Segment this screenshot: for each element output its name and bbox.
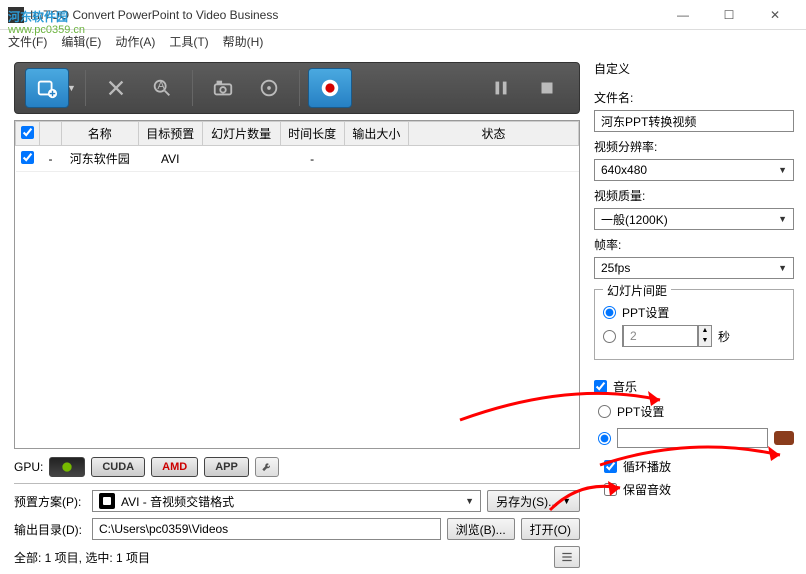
browse-button[interactable]: 浏览(B)...	[447, 518, 515, 540]
add-file-button[interactable]	[25, 68, 69, 108]
fps-select[interactable]: 25fps▼	[594, 257, 794, 279]
interval-seconds-spinner[interactable]: ▲▼	[622, 325, 712, 347]
gpu-label: GPU:	[14, 460, 43, 474]
dropdown-icon: ▼	[465, 496, 474, 506]
profile-value: AVI - 音视频交错格式	[121, 493, 234, 510]
table-row[interactable]: - 河东软件园 AVI -	[16, 146, 579, 172]
custom-panel: 自定义 文件名: 视频分辨率: 640x480▼ 视频质量: 一般(1200K)…	[586, 52, 806, 574]
music-file-radio[interactable]	[598, 432, 611, 445]
cell-status	[409, 146, 579, 172]
filename-input[interactable]	[594, 110, 794, 132]
music-checkbox[interactable]	[594, 380, 607, 393]
window-title: ImTOO Convert PowerPoint to Video Busine…	[30, 8, 660, 22]
interval-ppt-label: PPT设置	[622, 304, 669, 321]
resolution-select[interactable]: 640x480▼	[594, 159, 794, 181]
menu-tools[interactable]: 工具(T)	[169, 33, 208, 50]
loop-checkbox[interactable]	[604, 460, 617, 473]
interval-seconds-radio[interactable]	[603, 330, 616, 343]
close-button[interactable]: ✕	[752, 0, 798, 30]
select-all-checkbox[interactable]	[21, 126, 34, 139]
loop-label: 循环播放	[623, 458, 671, 475]
resolution-label: 视频分辨率:	[594, 138, 794, 155]
interval-ppt-radio[interactable]	[603, 306, 616, 319]
menu-action[interactable]: 动作(A)	[115, 33, 155, 50]
svg-text:A: A	[157, 80, 165, 92]
menu-file[interactable]: 文件(F)	[8, 33, 47, 50]
keep-audio-checkbox[interactable]	[604, 483, 617, 496]
cell-duration: -	[280, 146, 344, 172]
record-button[interactable]	[308, 68, 352, 108]
music-label: 音乐	[613, 378, 637, 395]
cell-slides	[202, 146, 280, 172]
open-button[interactable]: 打开(O)	[521, 518, 580, 540]
profile-format-icon	[99, 493, 115, 509]
col-slides[interactable]: 幻灯片数量	[202, 122, 280, 146]
keep-audio-label: 保留音效	[623, 481, 671, 498]
quality-label: 视频质量:	[594, 187, 794, 204]
menu-help[interactable]: 帮助(H)	[223, 33, 264, 50]
row-checkbox[interactable]	[21, 151, 34, 164]
cell-outsize	[344, 146, 408, 172]
music-ppt-label: PPT设置	[617, 403, 664, 420]
interval-legend: 幻灯片间距	[603, 282, 671, 299]
toolbar: ▼ A	[14, 62, 580, 114]
add-dropdown-icon[interactable]: ▼	[67, 83, 77, 93]
cell-name: 河东软件园	[62, 146, 139, 172]
menu-edit[interactable]: 编辑(E)	[61, 33, 101, 50]
outdir-label: 输出目录(D):	[14, 521, 86, 538]
custom-title: 自定义	[594, 60, 794, 77]
col-duration[interactable]: 时间长度	[280, 122, 344, 146]
delete-button[interactable]	[94, 68, 138, 108]
profile-label: 预置方案(P):	[14, 493, 86, 510]
music-browse-button[interactable]	[774, 431, 794, 445]
gpu-app-button[interactable]: APP	[204, 457, 249, 477]
music-file-input[interactable]	[617, 428, 768, 448]
stop-button[interactable]	[525, 68, 569, 108]
gpu-amd-button[interactable]: AMD	[151, 457, 198, 477]
wrench-icon	[260, 460, 274, 474]
col-status[interactable]: 状态	[409, 122, 579, 146]
fps-label: 帧率:	[594, 236, 794, 253]
seconds-unit: 秒	[718, 328, 730, 345]
outdir-input[interactable]	[92, 518, 441, 540]
gpu-cuda-button[interactable]: CUDA	[91, 457, 145, 477]
interval-fieldset: 幻灯片间距 PPT设置 ▲▼ 秒	[594, 289, 794, 360]
app-icon	[8, 7, 24, 23]
saveas-button[interactable]: 另存为(S)...▼	[487, 490, 580, 512]
search-button[interactable]: A	[140, 68, 184, 108]
disc-button[interactable]	[247, 68, 291, 108]
camera-button[interactable]	[201, 68, 245, 108]
minimize-button[interactable]: —	[660, 0, 706, 30]
titlebar: ImTOO Convert PowerPoint to Video Busine…	[0, 0, 806, 30]
quality-select[interactable]: 一般(1200K)▼	[594, 208, 794, 230]
filename-label: 文件名:	[594, 89, 794, 106]
status-text: 全部: 1 项目, 选中: 1 项目	[14, 549, 150, 566]
gpu-settings-button[interactable]	[255, 457, 279, 477]
profile-select[interactable]: AVI - 音视频交错格式 ▼	[92, 490, 481, 512]
gpu-row: GPU: CUDA AMD APP	[14, 455, 580, 479]
list-icon	[560, 550, 574, 564]
col-target[interactable]: 目标预置	[138, 122, 202, 146]
maximize-button[interactable]: ☐	[706, 0, 752, 30]
pause-button[interactable]	[479, 68, 523, 108]
music-ppt-radio[interactable]	[598, 405, 611, 418]
file-table: 名称 目标预置 幻灯片数量 时间长度 输出大小 状态 - 河东软件园 AVI	[14, 120, 580, 449]
menubar: 文件(F) 编辑(E) 动作(A) 工具(T) 帮助(H)	[0, 30, 806, 52]
col-name[interactable]: 名称	[62, 122, 139, 146]
col-outsize[interactable]: 输出大小	[344, 122, 408, 146]
detail-button[interactable]	[554, 546, 580, 568]
gpu-nvidia-icon[interactable]	[49, 457, 85, 477]
cell-target: AVI	[138, 146, 202, 172]
